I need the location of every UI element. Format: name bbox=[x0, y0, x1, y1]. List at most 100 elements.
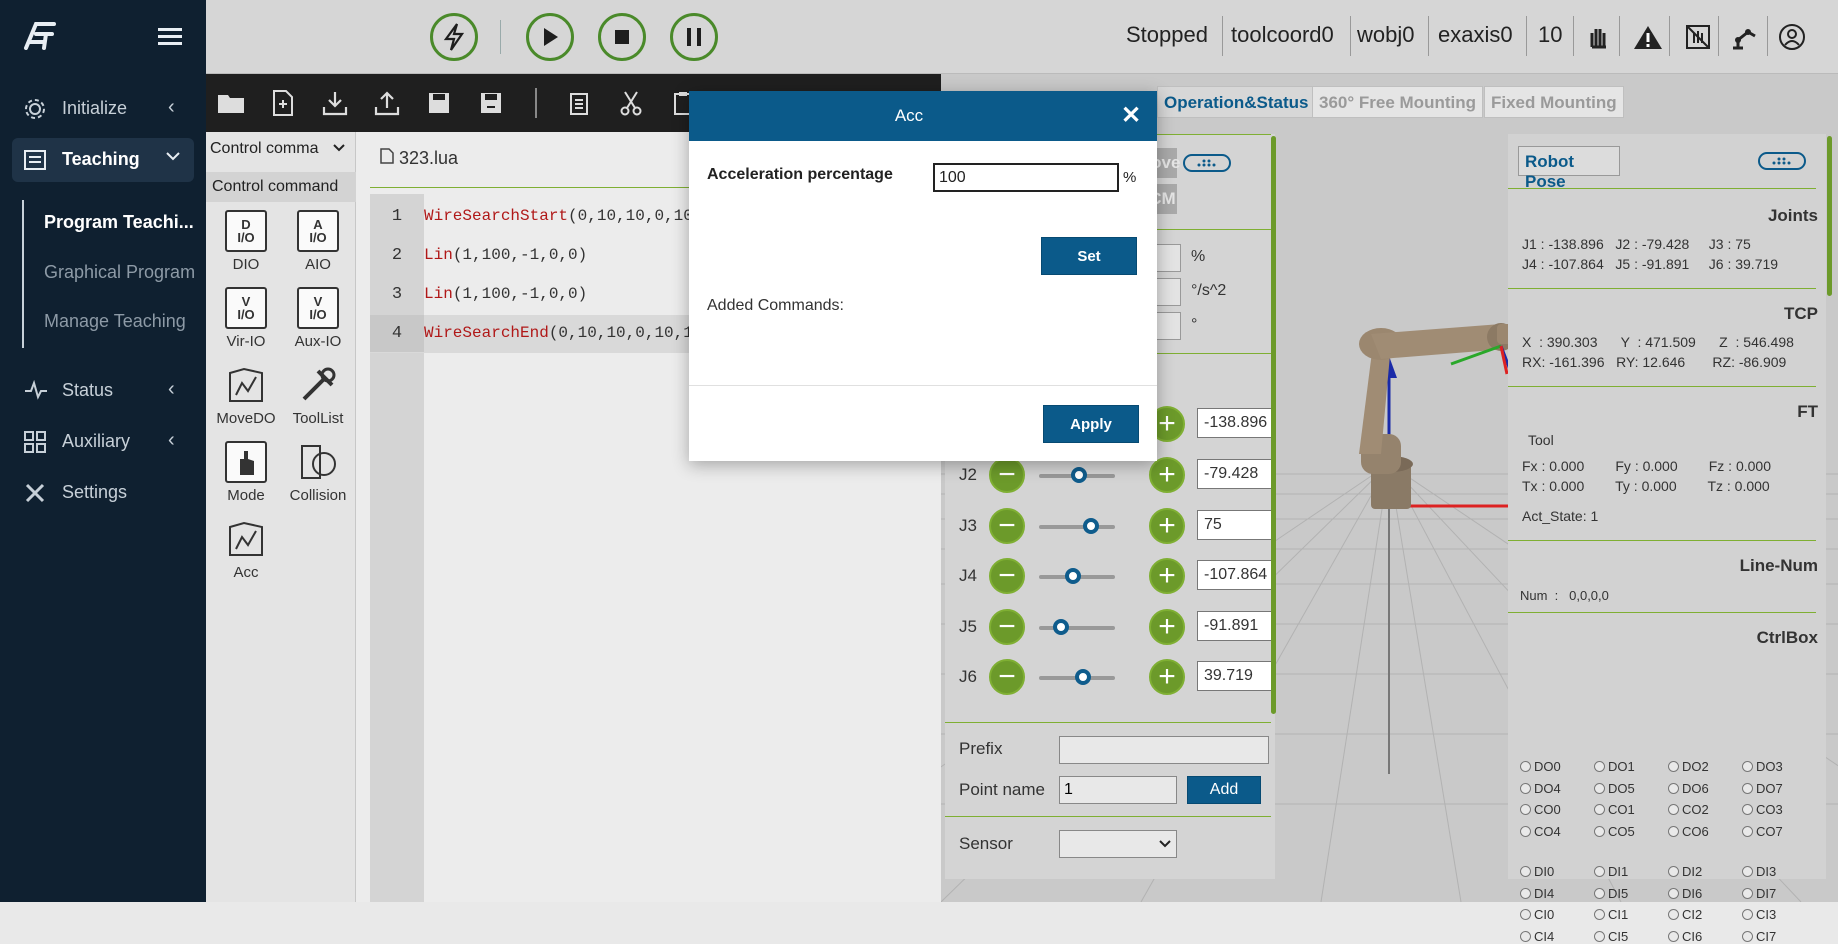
j2-plus-button[interactable]: + bbox=[1149, 457, 1185, 493]
j5-value[interactable]: -91.891 bbox=[1197, 611, 1273, 641]
io-radio[interactable]: CO1 bbox=[1594, 802, 1635, 817]
apply-button[interactable]: Apply bbox=[1043, 405, 1139, 443]
vir-io-command[interactable]: V I/O Vir-IO bbox=[210, 287, 282, 350]
jog-scrollbar[interactable] bbox=[1271, 136, 1276, 714]
point-name-input[interactable]: 1 bbox=[1059, 776, 1177, 804]
io-radio[interactable]: DO5 bbox=[1594, 781, 1635, 796]
file-tab[interactable]: 323.lua bbox=[380, 148, 458, 169]
io-radio[interactable]: CI1 bbox=[1594, 907, 1628, 922]
pose-scrollbar[interactable] bbox=[1827, 136, 1832, 296]
io-radio[interactable]: DO0 bbox=[1520, 759, 1561, 774]
sidebar-subitem-program-teaching[interactable]: Program Teachi... bbox=[44, 212, 194, 233]
command-category-select[interactable]: Control comma bbox=[210, 140, 350, 158]
open-folder-icon[interactable] bbox=[214, 86, 248, 120]
j2-minus-button[interactable]: − bbox=[989, 457, 1025, 493]
no-drag-icon[interactable] bbox=[1681, 20, 1715, 54]
io-radio[interactable]: DI7 bbox=[1742, 886, 1776, 901]
sidebar-item-status[interactable]: Status ‹ bbox=[0, 372, 206, 408]
code-line[interactable]: Lin(1,100,-1,0,0) bbox=[424, 237, 587, 274]
pose-collapse-toggle[interactable] bbox=[1758, 152, 1806, 170]
sidebar-item-teaching[interactable]: Teaching bbox=[12, 138, 194, 182]
j4-value[interactable]: -107.864 bbox=[1197, 560, 1273, 590]
io-radio[interactable]: CO5 bbox=[1594, 824, 1635, 839]
j3-slider-knob[interactable] bbox=[1083, 518, 1099, 534]
exaxis-coord[interactable]: exaxis0 bbox=[1438, 22, 1513, 48]
sidebar-subitem-manage-teaching[interactable]: Manage Teaching bbox=[44, 311, 186, 332]
set-button[interactable]: Set bbox=[1041, 237, 1137, 275]
j6-slider-knob[interactable] bbox=[1075, 669, 1091, 685]
j3-slider-track[interactable] bbox=[1039, 525, 1115, 529]
sensor-select[interactable] bbox=[1059, 830, 1177, 858]
cut-icon[interactable] bbox=[614, 86, 648, 120]
io-radio[interactable]: DI0 bbox=[1520, 864, 1554, 879]
close-icon[interactable]: ✕ bbox=[1121, 101, 1141, 130]
j3-minus-button[interactable]: − bbox=[989, 508, 1025, 544]
sidebar-item-auxiliary[interactable]: Auxiliary ‹ bbox=[0, 423, 206, 459]
io-radio[interactable]: DI3 bbox=[1742, 864, 1776, 879]
mode-command[interactable]: Mode bbox=[210, 441, 282, 504]
io-radio[interactable]: CO3 bbox=[1742, 802, 1783, 817]
tab-operation-status[interactable]: Operation&Status bbox=[1157, 86, 1316, 118]
j5-minus-button[interactable]: − bbox=[989, 609, 1025, 645]
j5-plus-button[interactable]: + bbox=[1149, 609, 1185, 645]
j3-value[interactable]: 75 bbox=[1197, 510, 1273, 540]
warning-icon[interactable] bbox=[1631, 20, 1665, 54]
wobj-coord[interactable]: wobj0 bbox=[1357, 22, 1414, 48]
movedo-command[interactable]: MoveDO bbox=[210, 364, 282, 427]
acceleration-input[interactable]: 100 bbox=[933, 163, 1119, 192]
io-radio[interactable]: CI5 bbox=[1594, 929, 1628, 944]
io-radio[interactable]: CO0 bbox=[1520, 802, 1561, 817]
aio-command[interactable]: A I/O AIO bbox=[282, 210, 354, 273]
enable-button[interactable] bbox=[430, 13, 478, 61]
code-line[interactable]: WireSearchStart(0,10,10,0,10, bbox=[424, 198, 702, 235]
app-logo[interactable] bbox=[22, 20, 58, 55]
io-radio[interactable]: DI1 bbox=[1594, 864, 1628, 879]
pause-button[interactable] bbox=[670, 13, 718, 61]
io-radio[interactable]: DI6 bbox=[1668, 886, 1702, 901]
robot-arm-icon[interactable] bbox=[1728, 20, 1762, 54]
add-point-button[interactable]: Add bbox=[1187, 776, 1261, 804]
io-radio[interactable]: CI7 bbox=[1742, 929, 1776, 944]
io-radio[interactable]: CI3 bbox=[1742, 907, 1776, 922]
collision-command[interactable]: Collision bbox=[282, 441, 354, 504]
j6-plus-button[interactable]: + bbox=[1149, 659, 1185, 695]
j5-slider-knob[interactable] bbox=[1053, 619, 1069, 635]
sidebar-item-settings[interactable]: Settings bbox=[0, 474, 206, 510]
sidebar-item-initialize[interactable]: Initialize ‹ bbox=[0, 90, 206, 126]
io-radio[interactable]: CO7 bbox=[1742, 824, 1783, 839]
io-radio[interactable]: CI6 bbox=[1668, 929, 1702, 944]
user-icon[interactable] bbox=[1775, 20, 1809, 54]
j6-minus-button[interactable]: − bbox=[989, 659, 1025, 695]
io-radio[interactable]: DO1 bbox=[1594, 759, 1635, 774]
stop-button[interactable] bbox=[598, 13, 646, 61]
code-line[interactable]: WireSearchEnd(0,10,10,0,10,10 bbox=[424, 315, 702, 352]
download-icon[interactable] bbox=[318, 86, 352, 120]
toollist-command[interactable]: ToolList bbox=[282, 364, 354, 427]
tool-coord[interactable]: toolcoord0 bbox=[1231, 22, 1334, 48]
io-radio[interactable]: CI0 bbox=[1520, 907, 1554, 922]
new-file-icon[interactable] bbox=[266, 86, 300, 120]
io-radio[interactable]: DI4 bbox=[1520, 886, 1554, 901]
dio-command[interactable]: D I/O DIO bbox=[210, 210, 282, 273]
hand-teach-icon[interactable] bbox=[1582, 20, 1616, 54]
run-button[interactable] bbox=[526, 13, 574, 61]
save-as-icon[interactable] bbox=[474, 86, 508, 120]
upload-icon[interactable] bbox=[370, 86, 404, 120]
prefix-input[interactable] bbox=[1059, 736, 1269, 764]
j1-value[interactable]: -138.896 bbox=[1197, 408, 1273, 438]
io-radio[interactable]: DO7 bbox=[1742, 781, 1783, 796]
hamburger-menu-icon[interactable] bbox=[158, 26, 182, 53]
copy-icon[interactable] bbox=[562, 86, 596, 120]
tab-360-free-mounting[interactable]: 360° Free Mounting bbox=[1312, 86, 1483, 118]
io-radio[interactable]: CO6 bbox=[1668, 824, 1709, 839]
io-radio[interactable]: DO2 bbox=[1668, 759, 1709, 774]
j3-plus-button[interactable]: + bbox=[1149, 508, 1185, 544]
save-icon[interactable] bbox=[422, 86, 456, 120]
code-line[interactable]: Lin(1,100,-1,0,0) bbox=[424, 276, 587, 313]
io-radio[interactable]: CO2 bbox=[1668, 802, 1709, 817]
aux-io-command[interactable]: V I/O Aux-IO bbox=[282, 287, 354, 350]
io-radio[interactable]: DI5 bbox=[1594, 886, 1628, 901]
j2-slider-knob[interactable] bbox=[1071, 467, 1087, 483]
j4-slider-knob[interactable] bbox=[1065, 568, 1081, 584]
io-radio[interactable]: DO4 bbox=[1520, 781, 1561, 796]
